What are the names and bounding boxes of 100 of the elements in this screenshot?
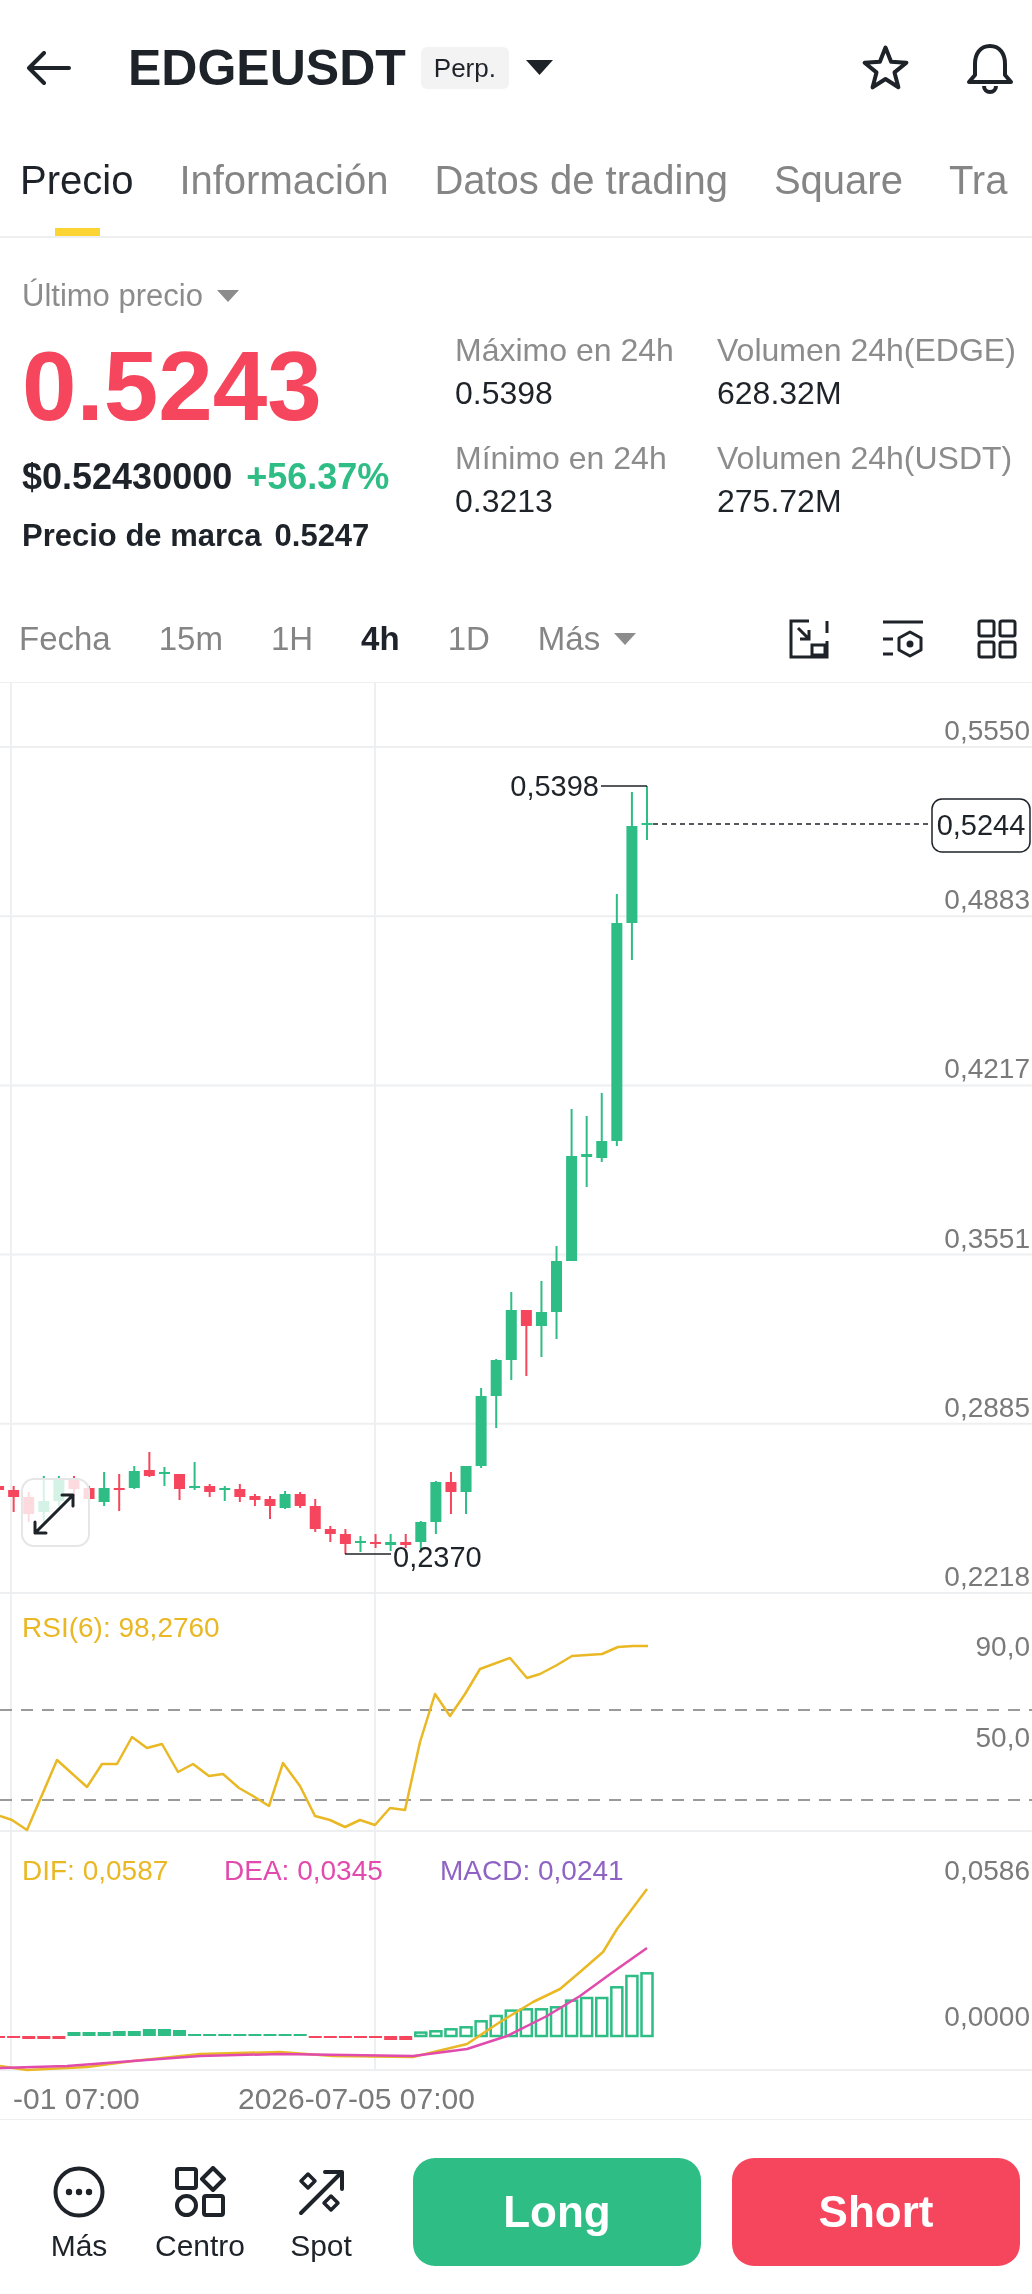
macd-histogram-bar <box>579 1996 594 2038</box>
lines-hexagon-icon[interactable] <box>881 618 925 659</box>
macd-legend-label: DIF: 0,0587 <box>22 1855 169 1886</box>
usd-price: $0.52430000 <box>22 455 233 499</box>
low-price-leader-line <box>344 1553 392 1555</box>
stat-value: 628.32M <box>717 374 843 413</box>
macd-histogram-bar <box>625 1974 639 2038</box>
grid-icon[interactable] <box>977 618 1017 659</box>
candle <box>596 1092 608 1163</box>
macd-histogram-bar <box>549 2006 564 2038</box>
more-intervals-dropdown[interactable]: Más <box>537 618 637 659</box>
candle <box>309 1498 321 1533</box>
candle <box>234 1483 246 1503</box>
macd-legend-label: DEA: 0,0345 <box>224 1855 383 1886</box>
tab[interactable]: Información <box>179 135 389 236</box>
candle <box>113 1473 125 1512</box>
shapes-icon <box>174 2166 226 2218</box>
expand-icon <box>33 1493 75 1535</box>
price-axis-label: 0,5550 <box>944 715 1030 746</box>
stat-label: Volumen 24h(USDT) <box>717 439 1014 478</box>
candle <box>189 1461 201 1491</box>
macd-histogram-bar <box>489 2014 503 2038</box>
time-axis-label: 2026-07-05 07:00 <box>238 2082 475 2115</box>
candle <box>339 1528 351 1555</box>
price-change: +56.37% <box>246 455 390 499</box>
expand-button[interactable] <box>21 1478 90 1547</box>
star-icon[interactable] <box>860 43 911 92</box>
frame-arrow-icon[interactable] <box>789 618 829 659</box>
candle <box>8 1485 20 1513</box>
stat-label: Mínimo en 24h <box>455 439 668 478</box>
tab[interactable]: Square <box>773 135 903 236</box>
short-button[interactable]: Short <box>732 2158 1020 2266</box>
candle <box>294 1491 306 1509</box>
interval-tab[interactable]: 1D <box>447 618 490 659</box>
shortcut-button[interactable]: Centro <box>145 2166 255 2264</box>
back-arrow-icon[interactable] <box>25 50 71 85</box>
price-axis-label: 0,4883 <box>944 884 1030 916</box>
long-button[interactable]: Long <box>413 2158 701 2266</box>
candle <box>0 1486 5 1490</box>
stat-value: 0.3213 <box>455 482 554 521</box>
rsi-axis-label: 50,0 <box>975 1722 1030 1753</box>
candle <box>520 1309 532 1377</box>
candle <box>445 1471 457 1515</box>
current-price-tag: 0,5244 <box>931 798 1031 853</box>
interval-tab[interactable]: 1H <box>270 618 314 659</box>
price-type-dropdown[interactable]: Último precio <box>22 278 239 314</box>
stat-label: Máximo en 24h <box>455 331 675 370</box>
candle <box>370 1533 382 1549</box>
macd-legend-label: MACD: 0,0241 <box>440 1855 624 1886</box>
interval-tab[interactable]: 4h <box>361 618 400 659</box>
candle <box>460 1465 472 1515</box>
candle <box>430 1480 442 1535</box>
price-axis-label: 0,2218 <box>944 1561 1030 1592</box>
last-price: 0.5243 <box>22 337 322 435</box>
candle <box>128 1465 140 1490</box>
macd-histogram-bar <box>640 1972 654 2038</box>
shortcut-button[interactable]: Más <box>24 2166 134 2264</box>
caret-icon <box>216 290 239 302</box>
candle <box>490 1358 502 1429</box>
candle <box>143 1451 155 1478</box>
price-axis-label: 0,2885 <box>944 1391 1030 1423</box>
low-price-label: 0,2370 <box>393 1541 482 1573</box>
interval-tab[interactable]: 15m <box>158 618 223 659</box>
time-axis-label: -01 07:00 <box>13 2082 140 2115</box>
stat-value: 275.72M <box>717 482 843 521</box>
macd-histogram-bar <box>610 1986 624 2038</box>
mark-price-value: 0.5247 <box>274 517 370 555</box>
contract-type-tag: Perp. <box>420 46 509 89</box>
macd-histogram-bar <box>444 2028 458 2038</box>
candle <box>204 1483 216 1498</box>
candle <box>249 1493 261 1507</box>
macd-histogram-bar <box>595 1996 609 2038</box>
candle <box>158 1466 170 1487</box>
dropdown-caret-icon[interactable] <box>525 60 553 75</box>
candle <box>324 1525 336 1543</box>
candle <box>174 1473 185 1501</box>
macd-histogram-bar <box>564 1999 579 2038</box>
price-axis-label: 0,3551 <box>944 1222 1030 1254</box>
macd-axis-label: 0,0586 <box>944 1855 1030 1886</box>
macd-histogram-bar <box>173 2030 186 2036</box>
candle <box>98 1471 110 1507</box>
stat-value: 0.5398 <box>455 374 554 413</box>
bell-icon[interactable] <box>965 41 1015 94</box>
price-axis-label: 0,4217 <box>944 1053 1030 1085</box>
tab[interactable]: Datos de trading <box>434 135 728 236</box>
tab[interactable]: Precio <box>20 135 134 236</box>
tab[interactable]: Tra <box>948 135 1008 236</box>
interval-tab[interactable]: Fecha <box>19 618 111 659</box>
macd-histogram-bar <box>519 2008 534 2038</box>
more-icon <box>53 2166 105 2218</box>
candle <box>264 1495 276 1520</box>
stat-label: Volumen 24h(EDGE) <box>717 331 1016 370</box>
candle <box>279 1490 291 1510</box>
symbol-title: EDGEUSDT <box>128 42 406 93</box>
high-price-leader-line <box>600 785 648 787</box>
candle <box>641 785 653 841</box>
shortcut-button[interactable]: Spot <box>266 2166 376 2264</box>
macd-axis-label: 0,0000 <box>944 2001 1030 2032</box>
caret-icon <box>614 632 637 645</box>
macd-histogram-bar <box>504 2009 519 2038</box>
